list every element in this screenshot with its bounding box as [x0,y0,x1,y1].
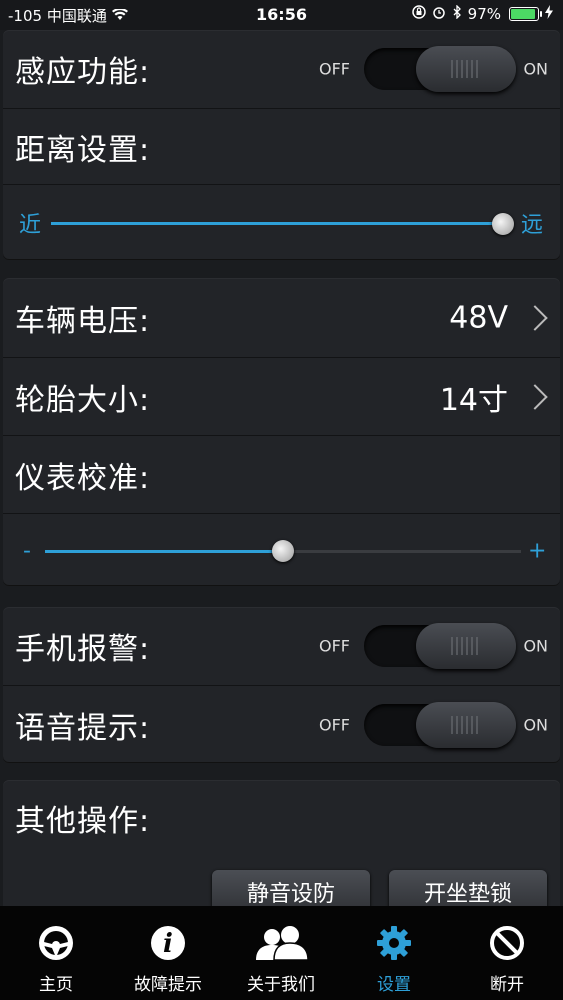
tab-faults-label: 故障提示 [134,975,202,995]
bluetooth-icon [452,4,462,23]
induction-row: 感应功能: OFF ON [3,30,560,108]
users-icon [252,924,310,966]
alerts-card: 手机报警: OFF ON 语音提示: OFF ON [3,607,560,763]
vehicle-card: 车辆电压: 48V 轮胎大小: 14寸 仪表校准: - + [3,278,560,586]
rotation-lock-icon [411,5,426,23]
battery-icon [509,7,542,21]
induction-card: 感应功能: OFF ON 距离设置: 近 远 [3,30,560,260]
calibration-slider-thumb[interactable] [272,540,294,562]
tab-home-label: 主页 [39,975,73,995]
other-row: 其他操作: [3,780,560,856]
tab-faults[interactable]: i 故障提示 [112,906,224,1000]
induction-toggle[interactable] [364,46,516,92]
disconnect-icon [488,924,526,966]
distance-min-label: 近 [19,213,42,238]
calibration-row: 仪表校准: [3,435,560,514]
tire-value: 14寸 [439,383,508,418]
toggle-knob [416,623,516,669]
other-label: 其他操作: [15,804,151,839]
toggle-knob [416,702,516,748]
chevron-right-icon [522,384,548,410]
voltage-label: 车辆电压: [15,303,151,339]
calibration-plus-label[interactable]: + [528,538,546,563]
voice-row: 语音提示: OFF ON [3,685,560,764]
distance-label: 距离设置: [15,133,151,168]
phone-alarm-row: 手机报警: OFF ON [3,607,560,685]
charging-icon [545,5,553,23]
tab-about-label: 关于我们 [247,975,315,995]
voltage-row[interactable]: 车辆电压: 48V [3,278,560,357]
induction-on-label: ON [523,59,548,79]
tab-settings[interactable]: 设置 [338,906,450,1000]
distance-slider[interactable] [51,212,514,235]
tab-disconnect-label: 断开 [490,975,524,995]
tab-home[interactable]: 主页 [0,906,112,1000]
calibration-slider[interactable] [45,540,521,562]
tab-settings-label: 设置 [377,975,411,995]
distance-row: 距离设置: [3,108,560,185]
calibration-label: 仪表校准: [15,461,151,496]
phone-alarm-label: 手机报警: [15,632,151,667]
status-right: 97% [411,4,553,23]
toggle-knob [416,46,516,92]
steering-wheel-icon [37,924,75,966]
tire-label: 轮胎大小: [15,383,151,418]
voice-off-label: OFF [319,715,350,735]
calibration-minus-label[interactable]: - [23,538,31,563]
tab-bar: 主页 i 故障提示 关于我们 设置 断开 [0,906,563,1000]
phone-alarm-toggle[interactable] [364,623,516,669]
distance-slider-thumb[interactable] [492,212,514,235]
alarm-icon [432,5,446,23]
info-icon: i [149,924,187,966]
phone-alarm-off-label: OFF [319,636,350,656]
calibration-slider-fill [45,549,283,553]
svg-text:i: i [163,929,173,959]
distance-slider-row: 近 远 [3,184,560,261]
gear-icon [375,924,413,966]
distance-slider-fill [51,222,503,225]
battery-percent: 97% [467,5,501,23]
phone-alarm-on-label: ON [523,636,548,656]
voltage-value: 48V [449,300,508,335]
distance-max-label: 远 [521,213,544,238]
voice-label: 语音提示: [15,711,151,746]
calibration-slider-row: - + [3,513,560,587]
chevron-right-icon [522,304,548,331]
tire-row[interactable]: 轮胎大小: 14寸 [3,357,560,436]
voice-on-label: ON [523,715,548,735]
tab-about[interactable]: 关于我们 [225,906,337,1000]
induction-off-label: OFF [319,59,350,79]
induction-label: 感应功能: [15,55,151,90]
tab-disconnect[interactable]: 断开 [451,906,563,1000]
status-bar: -105 中国联通 16:56 97% [0,0,563,30]
voice-toggle[interactable] [364,702,516,748]
